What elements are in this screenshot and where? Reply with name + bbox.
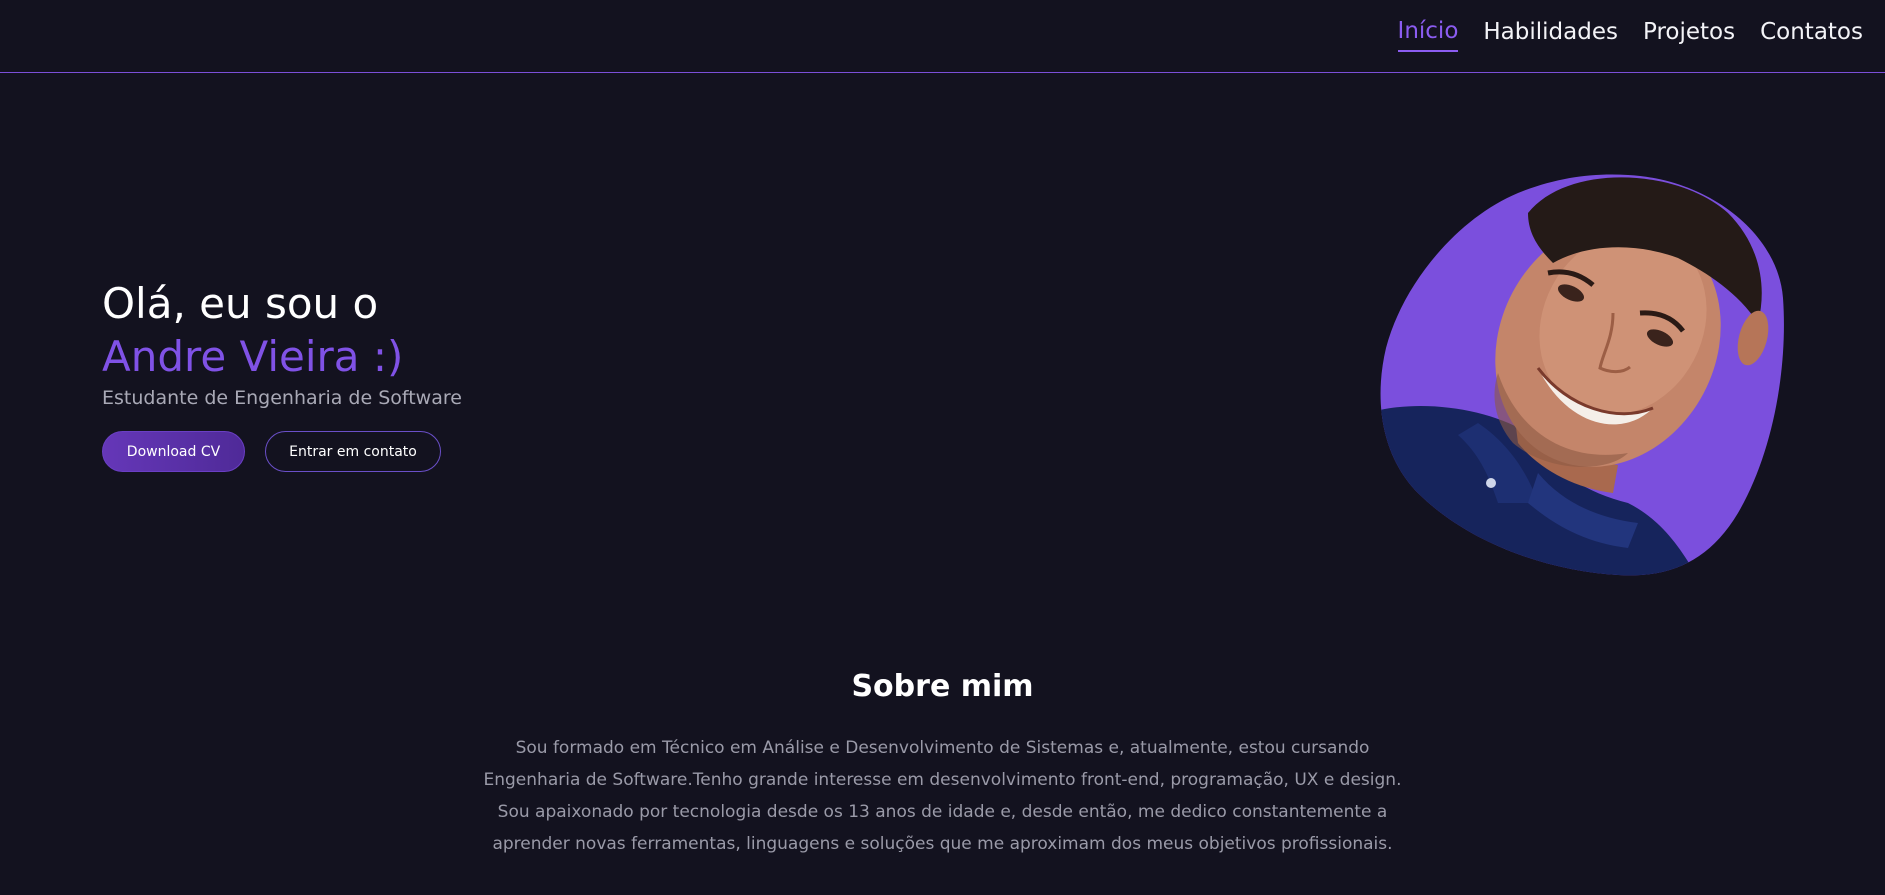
hero-intro: Olá, eu sou o Andre Vieira :) Estudante … [102,278,642,472]
profile-photo [1378,173,1786,578]
nav-link-projetos[interactable]: Projetos [1643,17,1735,51]
nav-link-contatos[interactable]: Contatos [1760,17,1863,51]
about-title: Sobre mim [851,669,1034,704]
about-section: Sobre mim Sou formado em Técnico em Anál… [0,662,1885,860]
hero-actions: Download CV Entrar em contato [102,431,642,472]
about-text: Sou formado em Técnico em Análise e Dese… [483,738,1402,854]
hero-greeting: Olá, eu sou o [102,279,379,328]
top-navbar: Início Habilidades Projetos Contatos [0,0,1885,73]
contact-button[interactable]: Entrar em contato [265,431,441,472]
hero-subtitle: Estudante de Engenharia de Software [102,387,462,409]
main-nav: Início Habilidades Projetos Contatos [1397,16,1863,52]
download-cv-button[interactable]: Download CV [102,431,245,472]
nav-link-inicio[interactable]: Início [1397,16,1459,52]
nav-link-habilidades[interactable]: Habilidades [1483,17,1618,51]
profile-photo-illustration [1380,174,1784,576]
hero-name: Andre Vieira :) [102,332,404,381]
